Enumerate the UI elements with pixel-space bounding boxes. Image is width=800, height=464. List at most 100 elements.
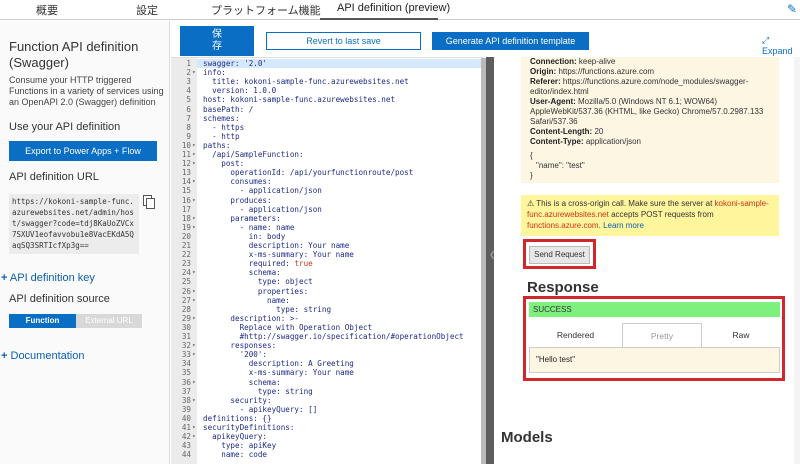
- origin-link[interactable]: functions.azure.com: [527, 221, 599, 230]
- tab-rendered[interactable]: Rendered: [529, 323, 622, 347]
- line-number: 13: [181, 168, 191, 178]
- preview-panel: Connection: keep-alive Origin: https://f…: [494, 57, 800, 464]
- fold-arrow-icon[interactable]: ▾: [192, 268, 196, 277]
- line-number: 33: [181, 350, 191, 360]
- code-line: 17 - application/json: [171, 205, 484, 214]
- fold-arrow-icon[interactable]: ▾: [192, 68, 196, 77]
- tab-raw[interactable]: Raw: [702, 323, 780, 347]
- line-number: 40: [181, 413, 191, 423]
- code-line: 23 required: true: [171, 259, 484, 268]
- send-request-button[interactable]: Send Request: [529, 246, 590, 264]
- code-text: description: >-: [203, 313, 300, 323]
- line-number: 44: [181, 450, 191, 460]
- code-line: 11 ▾ /api/SampleFunction:: [171, 150, 484, 159]
- url-heading: API definition URL: [9, 171, 99, 183]
- fold-arrow-icon[interactable]: ▾: [192, 341, 196, 350]
- fold-arrow-icon[interactable]: ▾: [192, 159, 196, 168]
- code-line: 32 ▾ responses:: [171, 341, 484, 350]
- fold-arrow-icon[interactable]: ▾: [192, 196, 196, 205]
- fold-arrow-icon[interactable]: ▾: [192, 214, 196, 223]
- app-root: 概要 設定 プラットフォーム機能 API definition (preview…: [0, 0, 800, 464]
- fold-arrow-icon[interactable]: ▾: [192, 423, 196, 432]
- line-number: 2: [186, 68, 191, 78]
- expand-label: Expand: [762, 46, 793, 56]
- line-number: 6: [186, 104, 191, 114]
- api-key-link[interactable]: + API definition key: [1, 272, 95, 284]
- revert-button[interactable]: Revert to last save: [266, 32, 421, 50]
- documentation-link[interactable]: + Documentation: [1, 350, 85, 362]
- tab-platform-features[interactable]: プラットフォーム機能: [211, 2, 321, 18]
- tab-overview[interactable]: 概要: [36, 2, 58, 18]
- generate-template-button[interactable]: Generate API definition template: [432, 32, 589, 50]
- line-number: 35: [181, 368, 191, 378]
- fold-arrow-icon[interactable]: ▾: [192, 314, 196, 323]
- line-number: 27: [181, 295, 191, 305]
- code-line: 21 description: Your name: [171, 241, 484, 250]
- code-line: 7 schemes:: [171, 114, 484, 123]
- request-body-line: "name": "test": [536, 161, 585, 170]
- fold-arrow-icon[interactable]: ▾: [192, 378, 196, 387]
- export-button[interactable]: Export to Power Apps + Flow: [9, 141, 157, 161]
- plus-icon: +: [1, 272, 8, 284]
- code-text: basePath: /: [203, 104, 254, 114]
- code-line: 6 basePath: /: [171, 105, 484, 114]
- fold-arrow-icon[interactable]: ▾: [192, 287, 196, 296]
- fold-arrow-icon[interactable]: ▾: [192, 141, 196, 150]
- pin-icon[interactable]: ✎: [787, 2, 797, 16]
- code-text: swagger: '2.0': [203, 59, 268, 68]
- tab-pretty[interactable]: Pretty: [622, 323, 702, 347]
- source-option-external-url[interactable]: External URL: [76, 314, 142, 328]
- line-number: 10: [181, 140, 191, 150]
- left-panel: Function API definition (Swagger) Consum…: [0, 21, 170, 464]
- header-content-length: Content-Length: 20: [530, 127, 604, 136]
- fold-arrow-icon[interactable]: ▾: [192, 296, 196, 305]
- active-tab-indicator: [320, 18, 438, 20]
- code-line: 25 type: object: [171, 277, 484, 286]
- api-key-label: API definition key: [9, 272, 95, 284]
- tab-settings[interactable]: 設定: [136, 2, 158, 18]
- code-line: 36 ▾ schema:: [171, 378, 484, 387]
- code-line: 18 ▾ parameters:: [171, 214, 484, 223]
- fold-arrow-icon[interactable]: ▾: [192, 177, 196, 186]
- line-number: 38: [181, 395, 191, 405]
- code-text: /api/SampleFunction:: [203, 150, 304, 159]
- code-line: 44 name: code: [171, 450, 484, 459]
- code-text: info:: [203, 68, 226, 78]
- code-line: 33 ▾ '200':: [171, 350, 484, 359]
- code-text: description: Your name: [203, 241, 350, 250]
- code-text: post:: [203, 159, 245, 169]
- swagger-editor[interactable]: 1 swagger: '2.0' 2 ▾ info: 3 title: kokoni-sa…: [171, 57, 484, 464]
- line-number: 14: [181, 177, 191, 187]
- code-line: 14 ▾ consumes:: [171, 177, 484, 186]
- code-text: x-ms-summary: Your name: [203, 250, 354, 260]
- expand-button[interactable]: ⤢ Expand: [762, 35, 800, 56]
- code-text: properties:: [203, 286, 309, 296]
- code-line: 30 Replace with Operation Object: [171, 323, 484, 332]
- fold-arrow-icon[interactable]: ▾: [192, 432, 196, 441]
- code-text: responses:: [203, 341, 277, 351]
- expand-icon: ⤢: [762, 35, 770, 45]
- line-number: 37: [181, 386, 191, 396]
- learn-more-link[interactable]: Learn more: [603, 221, 644, 230]
- code-line: 24 ▾ schema:: [171, 268, 484, 277]
- fold-arrow-icon[interactable]: ▾: [192, 223, 196, 232]
- fold-arrow-icon[interactable]: ▾: [192, 396, 196, 405]
- tab-api-definition[interactable]: API definition (preview): [337, 2, 450, 14]
- source-option-function[interactable]: Function: [9, 314, 76, 328]
- fold-arrow-icon[interactable]: ▾: [192, 150, 196, 159]
- pane-splitter[interactable]: [486, 57, 494, 464]
- api-url-field[interactable]: https://kokoni-sample-func.azurewebsites…: [9, 194, 139, 254]
- line-number: 7: [186, 113, 191, 123]
- save-button[interactable]: 保存: [180, 26, 254, 56]
- code-text: name:: [203, 295, 290, 305]
- line-number: 17: [181, 204, 191, 214]
- line-number: 42: [181, 432, 191, 442]
- panel-description: Consume your HTTP triggered Functions in…: [9, 75, 164, 107]
- fold-arrow-icon[interactable]: ▾: [192, 350, 196, 359]
- copy-icon[interactable]: [143, 195, 155, 209]
- line-number: 23: [181, 259, 191, 269]
- use-definition-heading: Use your API definition: [9, 121, 121, 133]
- code-text: version: 1.0.0: [203, 86, 277, 96]
- code-text: operationId: /api/yourfunctionroute/post: [203, 168, 414, 178]
- header-content-type: Content-Type: application/json: [530, 137, 642, 146]
